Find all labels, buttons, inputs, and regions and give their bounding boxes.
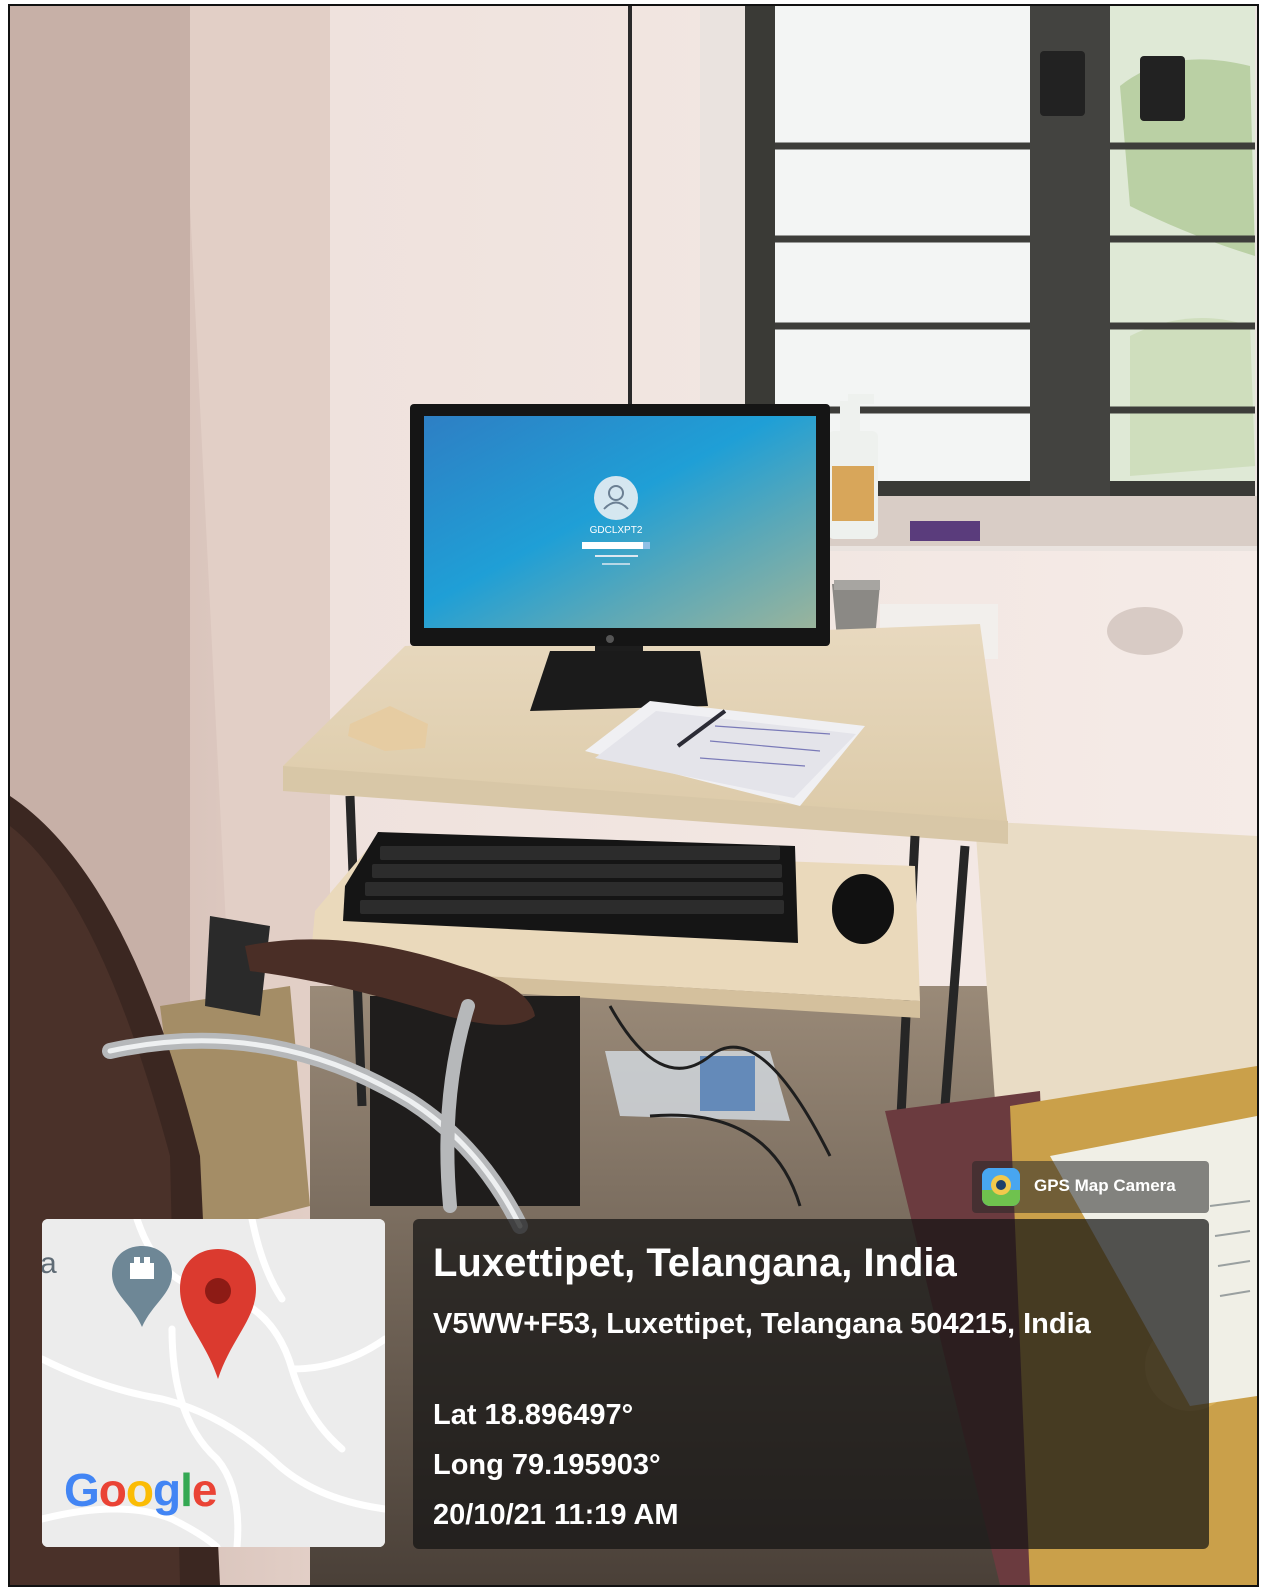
monitor-username: GDCLXPT2 xyxy=(590,525,643,536)
google-logo-letter: o xyxy=(98,1464,127,1516)
app-badge-label: GPS Map Camera xyxy=(1034,1176,1176,1195)
gps-map-camera-badge: GPS Map Camera xyxy=(972,1161,1209,1213)
latitude-value: Lat 18.896497° xyxy=(433,1399,634,1431)
capture-datetime: 20/10/21 11:19 AM xyxy=(433,1499,679,1531)
google-logo-letter: e xyxy=(191,1464,218,1516)
longitude-value: Long 79.195903° xyxy=(433,1449,661,1481)
location-title: Luxettipet, Telangana, India xyxy=(433,1241,957,1285)
google-logo-letter: l xyxy=(180,1464,193,1516)
google-logo: Google xyxy=(64,1463,218,1517)
location-info-panel: Luxettipet, Telangana, India V5WW+F53, L… xyxy=(413,1219,1209,1549)
map-label-fragment: a xyxy=(42,1247,57,1281)
map-thumbnail: a Google xyxy=(42,1219,385,1547)
google-logo-letter: g xyxy=(153,1464,181,1516)
google-logo-letter: o xyxy=(125,1464,154,1516)
location-address: V5WW+F53, Luxettipet, Telangana 504215, … xyxy=(433,1308,1091,1340)
gps-camera-app-icon xyxy=(982,1168,1020,1206)
google-logo-letter: G xyxy=(64,1464,100,1516)
photo-frame: GDCLXPT2 Google GPS Map Camera Luxettipe… xyxy=(8,4,1259,1587)
